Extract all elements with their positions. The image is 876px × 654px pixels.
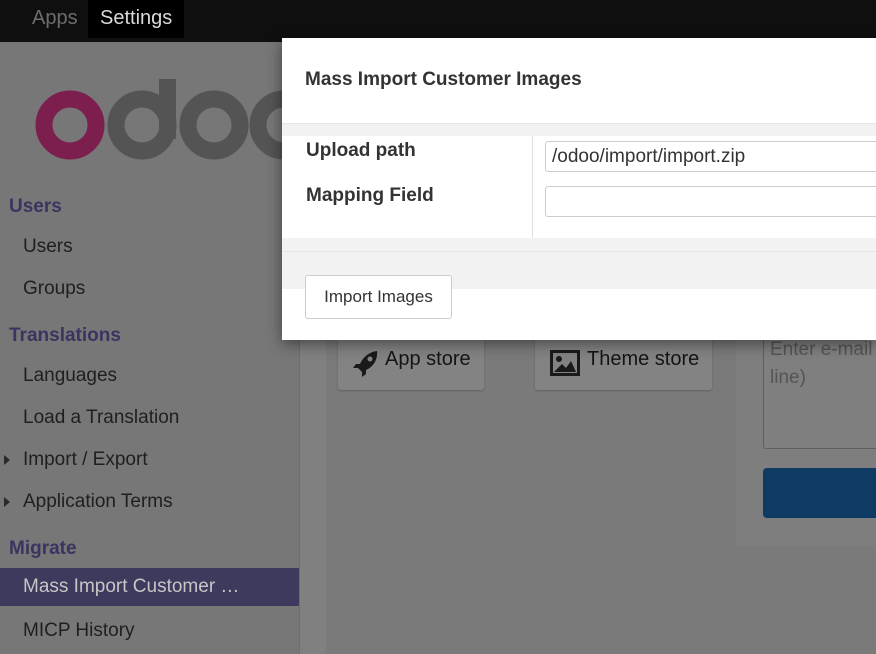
invite-button[interactable] — [763, 468, 876, 518]
sidebar-item-import-export[interactable]: Import / Export — [23, 449, 148, 471]
sidebar-section-users: Users — [9, 196, 62, 217]
label-column-divider — [532, 136, 533, 238]
dialog-form-group: Upload path Mapping Field — [282, 136, 876, 238]
odoo-logo — [35, 79, 284, 160]
sidebar-item-application-terms[interactable]: Application Terms — [23, 491, 173, 513]
theme-store-label: Theme store — [587, 348, 700, 370]
upload-path-label: Upload path — [306, 140, 416, 161]
sidebar-item-languages[interactable]: Languages — [23, 365, 117, 387]
dialog-footer-divider — [282, 251, 876, 252]
sidebar-item-load-translation[interactable]: Load a Translation — [23, 407, 179, 429]
menu-apps[interactable]: Apps — [20, 0, 90, 38]
upload-path-input[interactable] — [545, 141, 876, 172]
sidebar-item-groups[interactable]: Groups — [23, 278, 85, 300]
dialog-title: Mass Import Customer Images — [305, 69, 582, 90]
import-images-button[interactable]: Import Images — [305, 275, 452, 319]
caret-right-icon[interactable] — [4, 497, 10, 507]
caret-right-icon[interactable] — [4, 455, 10, 465]
sidebar-section-translations: Translations — [9, 325, 121, 346]
mapping-field-input[interactable] — [545, 186, 876, 217]
sidebar-item-label: Mass Import Customer … — [23, 576, 240, 597]
email-placeholder-line1: Enter e-mail — [770, 339, 873, 360]
dialog-form-sheet: Upload path Mapping Field — [282, 124, 876, 289]
email-placeholder-line2: line) — [770, 367, 806, 388]
theme-store-button[interactable]: Theme store — [535, 338, 712, 390]
app-store-label: App store — [385, 348, 471, 370]
sidebar-item-micp-history[interactable]: MICP History — [23, 620, 135, 642]
email-textarea[interactable]: Enter e-mail line) — [763, 327, 876, 449]
mass-import-dialog: Mass Import Customer Images Upload path … — [282, 38, 876, 340]
top-navbar: Apps Settings — [0, 0, 876, 42]
app-store-button[interactable]: App store — [338, 338, 484, 390]
menu-settings[interactable]: Settings — [88, 0, 185, 38]
sidebar-section-migrate: Migrate — [9, 538, 77, 559]
rocket-icon — [353, 351, 378, 377]
mapping-field-label: Mapping Field — [306, 185, 434, 206]
sidebar-item-users[interactable]: Users — [23, 236, 73, 258]
image-icon — [550, 350, 580, 376]
sidebar-item-mass-import[interactable]: Mass Import Customer … — [0, 568, 299, 606]
